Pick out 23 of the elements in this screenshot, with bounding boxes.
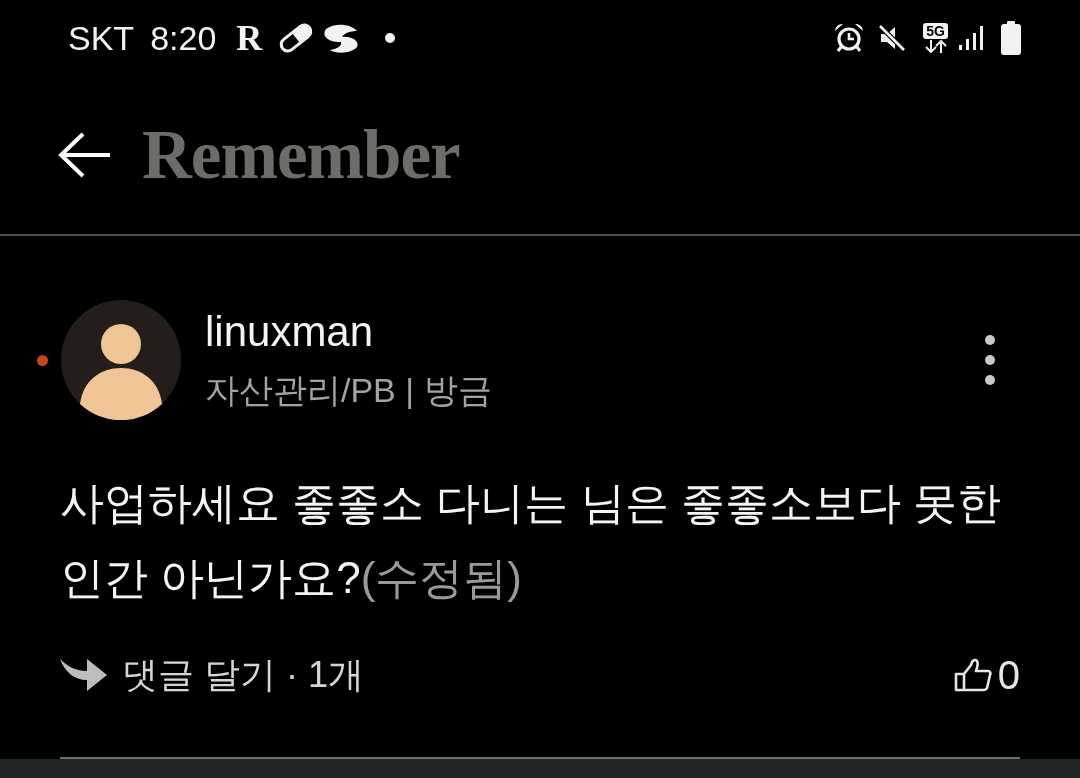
- dot-icon: [385, 33, 396, 43]
- alarm-clock-icon: [833, 22, 866, 54]
- author-meta: 자산관리/PB | 방금: [205, 370, 492, 411]
- reply-arrow-icon: [60, 657, 108, 693]
- carrier-name: SKT: [68, 21, 135, 55]
- comment-text-line: 인간 아닌가요?: [60, 552, 361, 604]
- like-button[interactable]: 0: [953, 651, 1020, 699]
- back-arrow-icon: [58, 132, 112, 178]
- app-logo: R: [236, 20, 263, 56]
- signal-icon: [958, 25, 986, 51]
- author-name: linuxman: [205, 308, 375, 356]
- comment-text-line: 사업하세요 좋좋소 다니는 님은 좋좋소보다 못한: [60, 477, 1002, 529]
- avatar-icon: [61, 300, 181, 420]
- battery-icon: [1000, 21, 1022, 55]
- edited-label: (수정됨): [360, 552, 522, 604]
- mute-icon: [877, 23, 908, 53]
- thumbs-up-icon: [953, 658, 992, 692]
- more-vertical-icon: [985, 335, 995, 385]
- network-type-label: 5G: [923, 23, 948, 39]
- reply-button[interactable]: 댓글 달기 · 1개: [60, 651, 364, 699]
- clock-time: 8:20: [150, 21, 217, 55]
- app-logo-text: Remember: [142, 120, 460, 190]
- data-arrows-icon: [923, 40, 948, 53]
